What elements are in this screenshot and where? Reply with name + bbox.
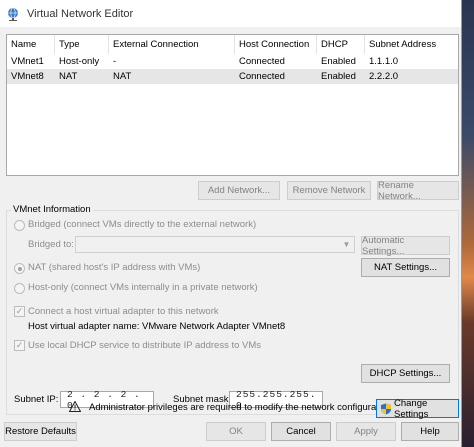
table-cell: 2.2.2.0 — [369, 71, 399, 82]
table-cell: VMnet8 — [11, 71, 44, 82]
nat-radio[interactable] — [14, 263, 25, 274]
apply-button[interactable]: Apply — [336, 422, 396, 441]
network-globe-icon — [6, 7, 20, 21]
connect-adapter-label: Connect a host virtual adapter to this n… — [28, 306, 219, 317]
table-cell: NAT — [113, 71, 132, 82]
column-header-host-connection[interactable]: Host Connection — [235, 35, 317, 54]
table-cell: Host-only — [59, 56, 100, 67]
subnet-ip-label: Subnet IP: — [14, 394, 59, 405]
network-list-header: Name Type External Connection Host Conne… — [7, 35, 458, 54]
desktop-background — [460, 0, 474, 447]
table-cell: Enabled — [321, 56, 356, 67]
automatic-settings-button[interactable]: Automatic Settings... — [361, 235, 450, 257]
table-cell: NAT — [59, 71, 78, 82]
network-list[interactable]: Name Type External Connection Host Conne… — [6, 34, 459, 176]
host-adapter-name: Host virtual adapter name: VMware Networ… — [28, 321, 286, 332]
table-row-vmnet1[interactable]: VMnet1 Host-only - Connected Enabled 1.1… — [7, 54, 458, 69]
bridged-to-label: Bridged to: — [28, 239, 74, 250]
connect-adapter-checkbox[interactable]: ✓ — [14, 306, 25, 317]
table-cell: VMnet1 — [11, 56, 44, 67]
table-cell: Enabled — [321, 71, 356, 82]
nat-settings-button[interactable]: NAT Settings... — [361, 258, 450, 277]
table-cell: 1.1.1.0 — [369, 56, 399, 67]
bridged-radio[interactable] — [14, 220, 25, 231]
admin-notice-text: Administrator privileges are required to… — [89, 402, 395, 413]
table-cell: Connected — [239, 56, 285, 67]
help-button[interactable]: Help — [401, 422, 459, 441]
change-settings-button[interactable]: Change Settings — [376, 397, 459, 420]
restore-defaults-button[interactable]: Restore Defaults — [4, 422, 77, 441]
window-title: Virtual Network Editor — [27, 7, 134, 20]
column-header-external-connection[interactable]: External Connection — [109, 35, 235, 54]
cancel-button[interactable]: Cancel — [271, 422, 331, 441]
change-settings-label: Change Settings — [394, 397, 429, 420]
chevron-down-icon: ▼ — [342, 240, 351, 249]
uac-shield-icon — [380, 403, 392, 415]
column-header-dhcp[interactable]: DHCP — [317, 35, 365, 54]
table-cell: Connected — [239, 71, 285, 82]
bridged-label: Bridged (connect VMs directly to the ext… — [28, 219, 257, 230]
bridged-to-dropdown[interactable]: ▼ — [75, 236, 355, 253]
vmnet-information-title: VMnet Information — [11, 204, 93, 215]
column-header-type[interactable]: Type — [55, 35, 109, 54]
virtual-network-editor-window: Virtual Network Editor Name Type Externa… — [0, 0, 462, 447]
host-only-radio[interactable] — [14, 283, 25, 294]
warning-triangle-icon — [68, 400, 82, 415]
ok-button[interactable]: OK — [206, 422, 266, 441]
nat-label: NAT (shared host's IP address with VMs) — [28, 262, 201, 273]
dhcp-settings-button[interactable]: DHCP Settings... — [361, 364, 450, 383]
dhcp-checkbox[interactable]: ✓ — [14, 340, 25, 351]
remove-network-button[interactable]: Remove Network — [287, 181, 371, 200]
title-bar: Virtual Network Editor — [0, 0, 461, 28]
add-network-button[interactable]: Add Network... — [198, 181, 280, 200]
column-header-name[interactable]: Name — [7, 35, 55, 54]
dhcp-label: Use local DHCP service to distribute IP … — [28, 340, 262, 351]
table-row-vmnet8[interactable]: VMnet8 NAT NAT Connected Enabled 2.2.2.0 — [7, 69, 458, 84]
rename-network-button[interactable]: Rename Network... — [377, 180, 459, 202]
table-cell: - — [113, 56, 117, 67]
host-only-label: Host-only (connect VMs internally in a p… — [28, 282, 258, 293]
column-header-subnet-address[interactable]: Subnet Address — [365, 35, 458, 54]
